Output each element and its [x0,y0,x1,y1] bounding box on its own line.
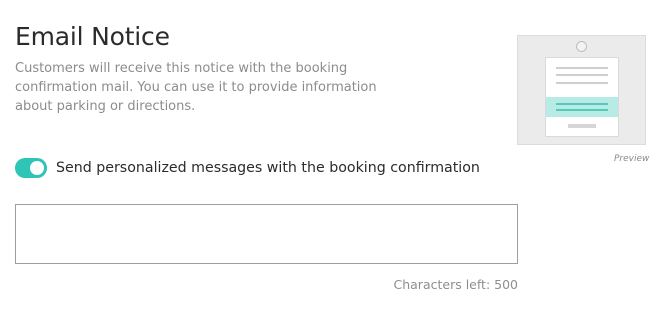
personalized-message-toggle[interactable] [15,158,47,178]
preview-label: Preview [614,154,650,164]
toggle-label[interactable]: Send personalized messages with the book… [56,158,480,178]
characters-left-counter: Characters left: 500 [393,277,519,292]
notice-message-textarea[interactable] [15,204,518,264]
section-title: Email Notice [15,22,170,51]
preview-mail-page [545,57,619,137]
section-description: Customers will receive this notice with … [15,61,377,114]
preview-circle-icon [576,41,587,52]
email-preview-thumbnail[interactable] [517,35,646,145]
preview-notice-line [556,103,608,105]
preview-text-line [556,67,608,69]
email-notice-section: Email Notice Customers will receive this… [0,0,670,316]
preview-button-placeholder [568,124,596,128]
preview-text-line [556,82,608,84]
preview-notice-highlight [546,97,618,117]
preview-notice-line [556,109,608,111]
toggle-knob [30,161,44,175]
preview-text-line [556,74,608,76]
